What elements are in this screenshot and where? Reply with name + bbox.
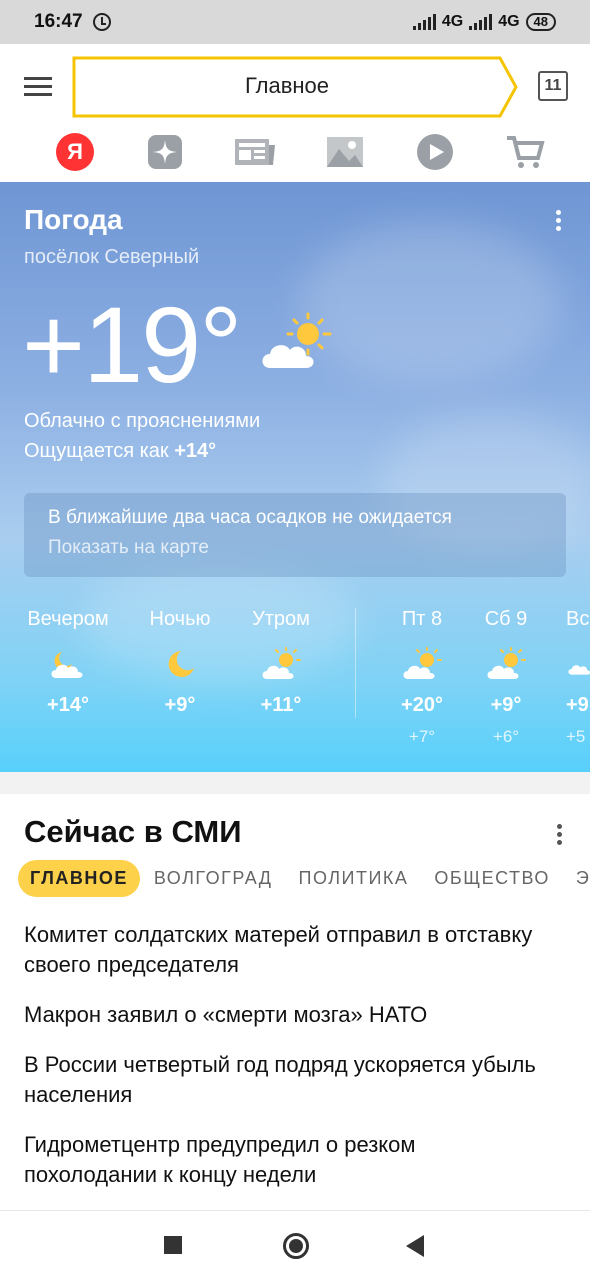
system-nav-bar xyxy=(0,1210,590,1280)
weather-location: посёлок Северный xyxy=(24,246,200,268)
sun-cloud-icon xyxy=(487,647,526,679)
service-yandex[interactable]: Я xyxy=(30,130,120,174)
forecast-label: Вс xyxy=(566,608,590,630)
forecast-label: Утром xyxy=(252,608,310,630)
feels-like: Ощущается как +14° xyxy=(24,440,216,463)
alarm-icon xyxy=(92,13,111,31)
forecast-divider xyxy=(355,608,356,718)
home-icon[interactable] xyxy=(283,1233,309,1259)
news-more-icon[interactable] xyxy=(557,824,562,848)
weather-more-icon[interactable] xyxy=(556,210,564,232)
network-type-1: 4G xyxy=(441,13,464,30)
zen-icon xyxy=(148,135,182,169)
weather-condition: Облачно с прояснениями xyxy=(24,410,261,432)
news-item[interactable]: В России четвертый год подряд ускоряется… xyxy=(24,1050,544,1110)
sun-cloud-icon xyxy=(262,647,301,679)
battery-icon: 48 xyxy=(525,13,556,31)
service-images[interactable] xyxy=(300,130,390,174)
news-card: Сейчас в СМИ ГЛАВНОЕ ВОЛГОГРАД ПОЛИТИКА … xyxy=(0,794,590,1210)
feels-like-label: Ощущается как xyxy=(24,440,169,462)
sun-cloud-icon xyxy=(403,647,442,679)
news-tab-politics[interactable]: ПОЛИТИКА xyxy=(287,860,421,897)
forecast-temp: +9 xyxy=(566,694,589,716)
service-video[interactable] xyxy=(390,130,480,174)
yandex-logo-icon: Я xyxy=(56,133,94,171)
moon-cloud-icon xyxy=(51,652,83,678)
market-cart-icon xyxy=(507,136,545,168)
section-separator xyxy=(0,772,590,794)
show-on-map-link[interactable]: Показать на карте xyxy=(48,537,542,559)
forecast-temp: +9° xyxy=(164,694,196,716)
header: Главное 11 xyxy=(0,44,590,130)
search-query-text: Главное xyxy=(244,73,330,98)
news-tab-society[interactable]: ОБЩЕСТВО xyxy=(422,860,562,897)
forecast-low-temp: +5 xyxy=(566,727,586,746)
service-zen[interactable] xyxy=(120,130,210,174)
back-icon[interactable] xyxy=(406,1235,424,1257)
precipitation-alert[interactable]: В ближайшие два часа осадков не ожидаетс… xyxy=(24,493,566,577)
news-section-title: Сейчас в СМИ xyxy=(24,814,242,849)
video-play-icon xyxy=(417,134,453,170)
forecast-item[interactable]: Утром +11° xyxy=(231,608,331,717)
news-tab-volgograd[interactable]: ВОЛГОГРАД xyxy=(142,860,285,897)
precipitation-text: В ближайшие два часа осадков не ожидаетс… xyxy=(48,507,452,528)
hamburger-menu-icon[interactable] xyxy=(24,77,52,97)
weather-title: Погода xyxy=(24,204,123,235)
images-icon xyxy=(327,137,363,167)
forecast-temp: +14° xyxy=(47,694,89,716)
news-icon xyxy=(235,139,275,165)
news-tab-economy[interactable]: ЭКО xyxy=(564,860,590,897)
news-item[interactable]: Комитет солдатских матерей отправил в от… xyxy=(24,920,544,980)
weather-card[interactable]: Погода посёлок Северный +19° Облачно с п… xyxy=(0,182,590,772)
forecast-temp: +11° xyxy=(260,694,302,716)
news-list: Комитет солдатских матерей отправил в от… xyxy=(24,920,544,1210)
forecast-item[interactable]: Ночью +9° xyxy=(130,608,230,717)
sun-cloud-icon xyxy=(262,312,332,368)
forecast-item[interactable]: Вечером +14° xyxy=(18,608,118,717)
status-bar: 16:47 4G 4G 48 xyxy=(0,0,590,44)
recent-apps-icon[interactable] xyxy=(164,1236,182,1254)
service-market[interactable] xyxy=(480,130,570,174)
service-news[interactable] xyxy=(210,130,300,174)
news-tabs: ГЛАВНОЕ ВОЛГОГРАД ПОЛИТИКА ОБЩЕСТВО ЭКО xyxy=(18,860,590,897)
signal-icon xyxy=(412,14,436,30)
cloud-icon xyxy=(568,665,590,675)
news-item[interactable]: Гидрометцентр предупредил о резком похол… xyxy=(24,1130,544,1190)
current-temperature: +19° xyxy=(22,284,242,405)
services-row: Я xyxy=(0,130,590,182)
news-tab-main[interactable]: ГЛАВНОЕ xyxy=(18,860,140,897)
network-type-2: 4G xyxy=(498,13,520,30)
signal-icon xyxy=(469,14,493,30)
tabs-counter-button[interactable]: 11 xyxy=(538,71,568,101)
status-time: 16:47 xyxy=(34,11,83,32)
status-indicators: 4G 4G 48 xyxy=(412,13,556,31)
search-bar[interactable]: Главное xyxy=(72,56,518,118)
forecast-item[interactable]: Вс +9 +5 xyxy=(540,608,590,747)
feels-like-value: +14° xyxy=(174,440,217,462)
forecast-label: Вечером xyxy=(27,608,109,630)
moon-icon xyxy=(168,651,194,677)
news-item[interactable]: Макрон заявил о «смерти мозга» НАТО xyxy=(24,1000,544,1030)
forecast-label: Ночью xyxy=(149,608,211,630)
